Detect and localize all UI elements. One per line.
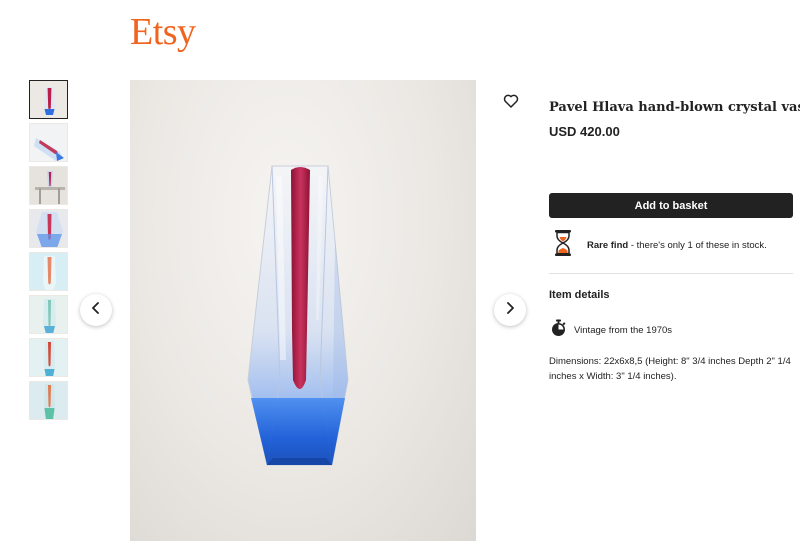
thumbnail-5[interactable] xyxy=(29,252,68,291)
etsy-logo[interactable]: Etsy xyxy=(130,10,196,54)
vase-thumbnail-image xyxy=(30,339,67,376)
thumbnail-2[interactable] xyxy=(29,123,68,162)
thumbnail-4[interactable] xyxy=(29,209,68,248)
heart-icon xyxy=(502,94,520,114)
vase-thumbnail-image xyxy=(30,124,67,161)
chevron-left-icon xyxy=(90,301,102,319)
vase-thumbnail-image xyxy=(30,382,67,419)
previous-image-button[interactable] xyxy=(80,294,112,326)
thumbnail-list xyxy=(29,80,69,424)
main-product-image[interactable] xyxy=(130,80,476,541)
rare-find-text: - there's only 1 of these in stock. xyxy=(628,240,767,251)
favorite-button[interactable] xyxy=(502,92,520,110)
vase-thumbnail-image xyxy=(30,81,67,118)
item-details-heading[interactable]: Item details xyxy=(549,289,610,301)
chevron-right-icon xyxy=(504,301,516,319)
vase-thumbnail-image xyxy=(30,296,67,333)
vase-thumbnail-image xyxy=(30,167,67,204)
stopwatch-icon xyxy=(550,319,567,342)
vintage-text: Vintage from the 1970s xyxy=(574,325,673,336)
rare-find-notice: Rare find - there's only 1 of these in s… xyxy=(553,229,767,262)
thumbnail-6[interactable] xyxy=(29,295,68,334)
vase-thumbnail-image xyxy=(30,253,67,290)
next-image-button[interactable] xyxy=(494,294,526,326)
section-divider xyxy=(549,273,793,274)
thumbnail-3[interactable] xyxy=(29,166,68,205)
listing-title: Pavel Hlava hand-blown crystal vase xyxy=(549,100,800,115)
rare-find-label: Rare find xyxy=(587,240,629,251)
vintage-info: Vintage from the 1970s xyxy=(550,319,672,342)
add-to-basket-button[interactable]: Add to basket xyxy=(549,193,793,218)
thumbnail-8[interactable] xyxy=(29,381,68,420)
listing-price: USD 420.00 xyxy=(549,124,620,139)
thumbnail-7[interactable] xyxy=(29,338,68,377)
dimensions-text: Dimensions: 22x6x8,5 (Height: 8" 3/4 inc… xyxy=(549,356,791,382)
crystal-vase-image xyxy=(247,165,349,466)
thumbnail-1[interactable] xyxy=(29,80,68,119)
hourglass-icon xyxy=(553,229,573,262)
vase-thumbnail-image xyxy=(30,210,67,247)
